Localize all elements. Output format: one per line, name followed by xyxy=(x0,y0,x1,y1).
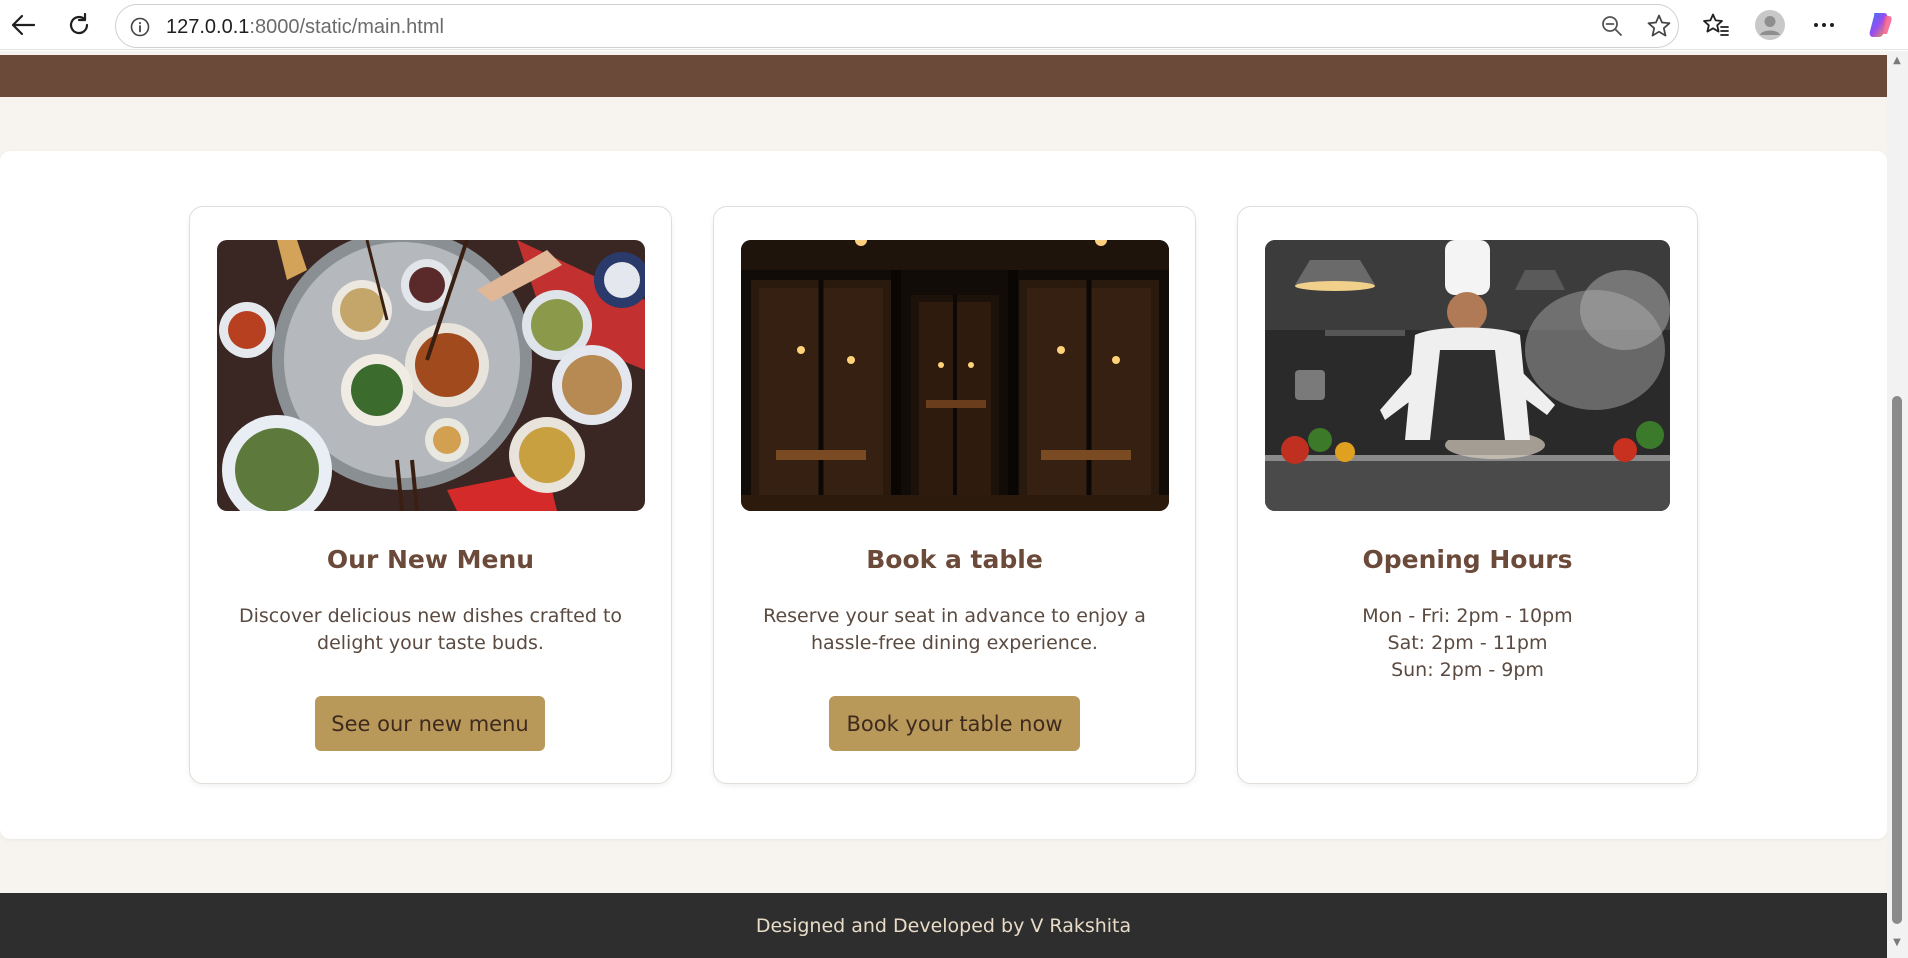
zoom-out-button[interactable] xyxy=(1596,10,1628,42)
address-bar[interactable]: 127.0.0.1:8000/static/main.html xyxy=(115,4,1679,48)
hours-weekday: Mon - Fri: 2pm - 10pm xyxy=(1362,605,1573,627)
info-icon xyxy=(130,17,150,37)
copilot-button[interactable] xyxy=(1864,9,1896,41)
more-icon xyxy=(1814,23,1834,27)
star-icon xyxy=(1647,14,1671,37)
zoom-out-icon xyxy=(1602,16,1622,36)
see-new-menu-button[interactable]: See our new menu xyxy=(315,696,545,751)
card-title: Book a table xyxy=(866,545,1043,574)
footer: Designed and Developed by V Rakshita xyxy=(0,893,1887,958)
card-title: Opening Hours xyxy=(1362,545,1573,574)
profile-button[interactable] xyxy=(1754,9,1786,41)
card-new-menu: Our New Menu Discover delicious new dish… xyxy=(189,206,672,784)
scroll-thumb[interactable] xyxy=(1892,396,1902,924)
favorites-icon xyxy=(1703,13,1729,36)
copilot-icon xyxy=(1869,13,1892,37)
features-section: Our New Menu Discover delicious new dish… xyxy=(0,151,1887,839)
favorite-star-button[interactable] xyxy=(1643,10,1675,42)
restaurant-interior-photo xyxy=(741,240,1169,511)
back-button[interactable] xyxy=(6,8,40,42)
hours-sunday: Sun: 2pm - 9pm xyxy=(1391,659,1544,681)
page-viewport: Our New Menu Discover delicious new dish… xyxy=(0,51,1887,958)
refresh-icon xyxy=(69,12,89,35)
profile-icon xyxy=(1755,10,1785,40)
book-table-button[interactable]: Book your table now xyxy=(829,696,1080,751)
refresh-button[interactable] xyxy=(62,8,96,42)
card-opening-hours: Opening Hours Mon - Fri: 2pm - 10pm Sat:… xyxy=(1237,206,1698,784)
url-path: :8000/static/main.html xyxy=(249,16,444,38)
url-text: 127.0.0.1:8000/static/main.html xyxy=(166,16,444,39)
vertical-scrollbar[interactable]: ▲ ▼ xyxy=(1887,51,1908,958)
back-icon xyxy=(11,14,36,36)
chef-cooking-photo xyxy=(1265,240,1670,511)
header-band xyxy=(0,55,1887,97)
favorites-button[interactable] xyxy=(1700,9,1732,41)
scroll-up-icon[interactable]: ▲ xyxy=(1891,55,1903,67)
hours-saturday: Sat: 2pm - 11pm xyxy=(1387,632,1548,654)
food-table-photo xyxy=(217,240,645,511)
opening-hours-list: Mon - Fri: 2pm - 10pm Sat: 2pm - 11pm Su… xyxy=(1258,603,1677,684)
browser-toolbar: 127.0.0.1:8000/static/main.html xyxy=(0,0,1908,50)
scroll-down-icon[interactable]: ▼ xyxy=(1891,937,1903,949)
url-host: 127.0.0.1 xyxy=(166,16,250,38)
card-title: Our New Menu xyxy=(326,545,535,574)
card-description: Discover delicious new dishes crafted to… xyxy=(238,605,623,654)
card-description: Reserve your seat in advance to enjoy a … xyxy=(763,605,1146,654)
footer-credit: Designed and Developed by V Rakshita xyxy=(755,914,1132,937)
more-options-button[interactable] xyxy=(1808,9,1840,41)
card-book-table: Book a table Reserve your seat in advanc… xyxy=(713,206,1196,784)
